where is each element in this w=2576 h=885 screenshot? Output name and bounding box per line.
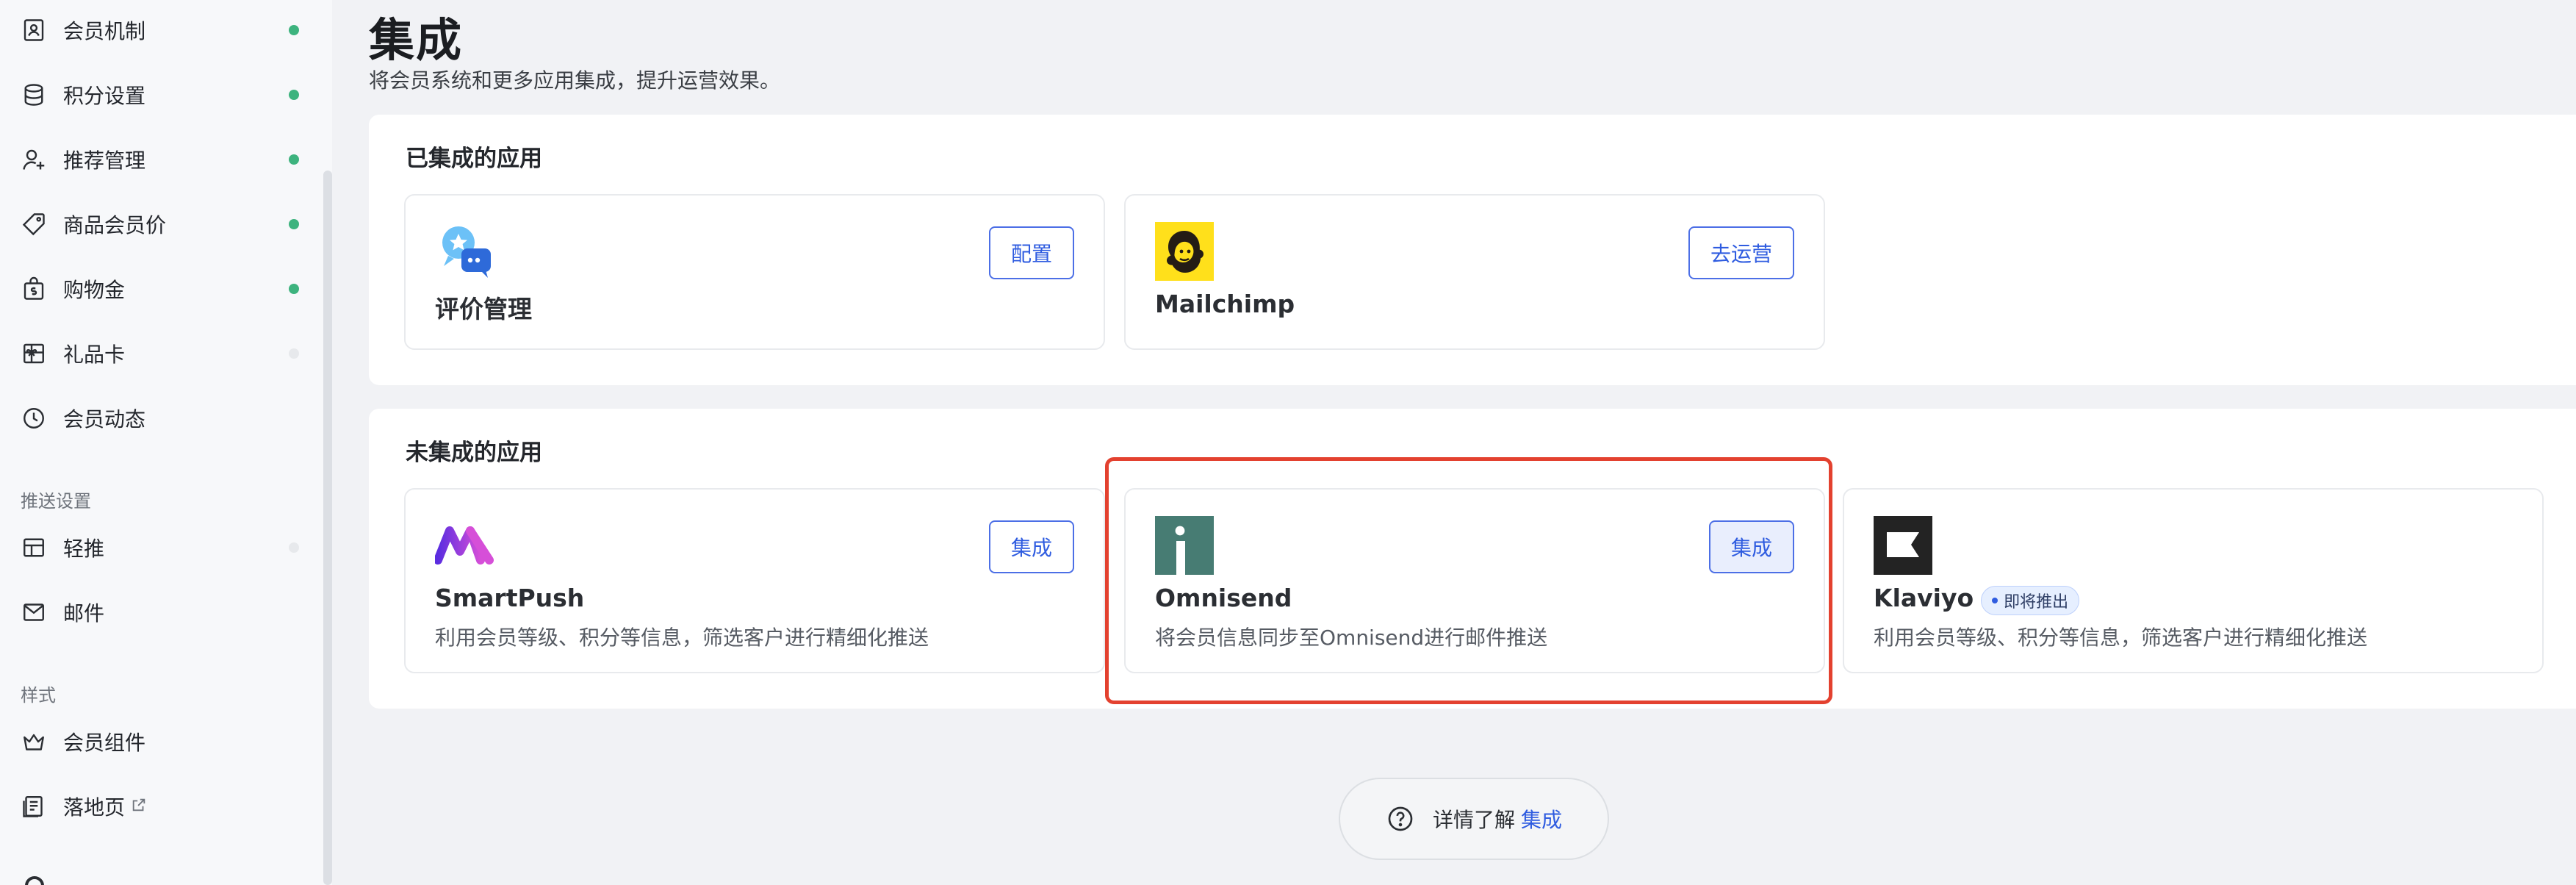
sidebar-item-label: 积分设置 xyxy=(63,84,146,108)
unintegrated-apps-panel: 未集成的应用 SmartPush 利用会员等级、积分等信息，筛选客户进行精细化推… xyxy=(369,409,2576,709)
omnisend-logo-icon xyxy=(1155,516,1214,575)
integrated-apps-title: 已集成的应用 xyxy=(406,146,542,172)
integrated-apps-panel: 已集成的应用 评价管理 配置 Mailchimp 去运营 xyxy=(369,115,2576,385)
sidebar-item-label: 会员组件 xyxy=(63,731,146,755)
learn-more-link[interactable]: 详情了解 集成 xyxy=(1339,778,1609,860)
badge-dot-icon xyxy=(1992,598,1998,603)
sidebar-item-label: 会员动态 xyxy=(63,407,146,431)
sidebar-scrollbar[interactable] xyxy=(323,171,332,885)
sidebar-item-member-activity[interactable]: 会员动态 xyxy=(0,393,316,444)
clock-icon xyxy=(21,405,47,431)
app-card-mailchimp: Mailchimp 去运营 xyxy=(1124,194,1825,350)
sidebar-item-label: 落地页 xyxy=(63,792,147,821)
sidebar-item-nudge[interactable]: 轻推 xyxy=(0,522,316,573)
sidebar-item-member-price[interactable]: 商品会员价 xyxy=(0,198,316,250)
review-chat-icon xyxy=(435,222,494,281)
app-description: 将会员信息同步至Omnisend进行邮件推送 xyxy=(1155,626,1548,650)
status-dot xyxy=(289,90,299,100)
crown-icon xyxy=(21,728,47,755)
sidebar-item-label: 礼品卡 xyxy=(63,343,126,367)
smartpush-logo-icon xyxy=(435,516,494,575)
app-description: 利用会员等级、积分等信息，筛选客户进行精细化推送 xyxy=(1874,626,2368,650)
app-card-omnisend: Omnisend 将会员信息同步至Omnisend进行邮件推送 集成 xyxy=(1124,488,1825,673)
points-database-icon xyxy=(21,82,47,108)
sidebar-item-points-settings[interactable]: 积分设置 xyxy=(0,69,316,121)
app-card-klaviyo: Klaviyo 即将推出 利用会员等级、积分等信息，筛选客户进行精细化推送 xyxy=(1843,488,2544,673)
sidebar-section-push: 推送设置 xyxy=(21,491,91,512)
app-name: Klaviyo 即将推出 xyxy=(1874,584,2080,615)
partial-icon xyxy=(25,876,44,885)
sidebar-item-label: 推荐管理 xyxy=(63,148,146,173)
sidebar-section-style: 样式 xyxy=(21,685,56,706)
price-tag-icon xyxy=(21,211,47,237)
page-title: 集成 xyxy=(369,13,464,67)
learn-more-text: 详情了解 xyxy=(1433,808,1516,832)
app-name: Mailchimp xyxy=(1155,290,1295,318)
shopping-credit-icon xyxy=(21,276,47,302)
learn-more-integration-link[interactable]: 集成 xyxy=(1521,804,1562,834)
status-dot xyxy=(289,284,299,294)
landing-page-icon xyxy=(21,793,47,820)
external-link-icon xyxy=(131,797,147,813)
status-dot xyxy=(289,348,299,359)
sidebar-item-shopping-credit[interactable]: 购物金 xyxy=(0,263,316,315)
gift-card-icon xyxy=(21,340,47,367)
sidebar-item-member-widget[interactable]: 会员组件 xyxy=(0,716,316,767)
go-operate-button[interactable]: 去运营 xyxy=(1688,226,1794,279)
klaviyo-logo-icon xyxy=(1874,516,1932,575)
nudge-window-icon xyxy=(21,534,47,561)
app-name: Omnisend xyxy=(1155,584,1292,612)
status-dot xyxy=(289,542,299,553)
mail-icon xyxy=(21,599,47,626)
sidebar-item-mail[interactable]: 邮件 xyxy=(0,587,316,638)
configure-button[interactable]: 配置 xyxy=(988,226,1074,279)
status-dot xyxy=(289,154,299,165)
app-name: 评价管理 xyxy=(435,295,532,323)
integrate-smartpush-button[interactable]: 集成 xyxy=(988,520,1074,573)
integrate-omnisend-button[interactable]: 集成 xyxy=(1708,520,1794,573)
status-dot xyxy=(289,219,299,229)
status-dot xyxy=(289,25,299,35)
page-subtitle: 将会员系统和更多应用集成，提升运营效果。 xyxy=(369,68,781,93)
help-question-icon xyxy=(1386,804,1415,834)
sidebar-item-label: 轻推 xyxy=(63,537,105,561)
app-description: 利用会员等级、积分等信息，筛选客户进行精细化推送 xyxy=(435,626,929,650)
mailchimp-logo-icon xyxy=(1155,222,1214,281)
sidebar-item-label: 会员机制 xyxy=(63,19,146,43)
coming-soon-badge: 即将推出 xyxy=(1981,586,2080,615)
sidebar-item-label: 商品会员价 xyxy=(63,213,167,237)
sidebar-item-referral-management[interactable]: 推荐管理 xyxy=(0,134,316,185)
unintegrated-apps-title: 未集成的应用 xyxy=(406,440,542,466)
sidebar-item-label: 购物金 xyxy=(63,278,126,302)
app-card-review-management: 评价管理 配置 xyxy=(404,194,1105,350)
app-card-smartpush: SmartPush 利用会员等级、积分等信息，筛选客户进行精细化推送 集成 xyxy=(404,488,1105,673)
sidebar-item-membership-mechanism[interactable]: 会员机制 xyxy=(0,4,316,56)
app-root: 会员机制 积分设置 推荐管理 商品会员价 购物金 礼品卡 会员动态 推送设置 轻… xyxy=(0,0,2576,885)
membership-mechanism-icon xyxy=(21,17,47,43)
sidebar: 会员机制 积分设置 推荐管理 商品会员价 购物金 礼品卡 会员动态 推送设置 轻… xyxy=(0,0,332,885)
add-user-icon xyxy=(21,146,47,173)
sidebar-item-label: 邮件 xyxy=(63,601,105,626)
sidebar-item-landing-page[interactable]: 落地页 xyxy=(0,781,316,832)
sidebar-item-gift-card[interactable]: 礼品卡 xyxy=(0,328,316,379)
app-name: SmartPush xyxy=(435,584,585,612)
